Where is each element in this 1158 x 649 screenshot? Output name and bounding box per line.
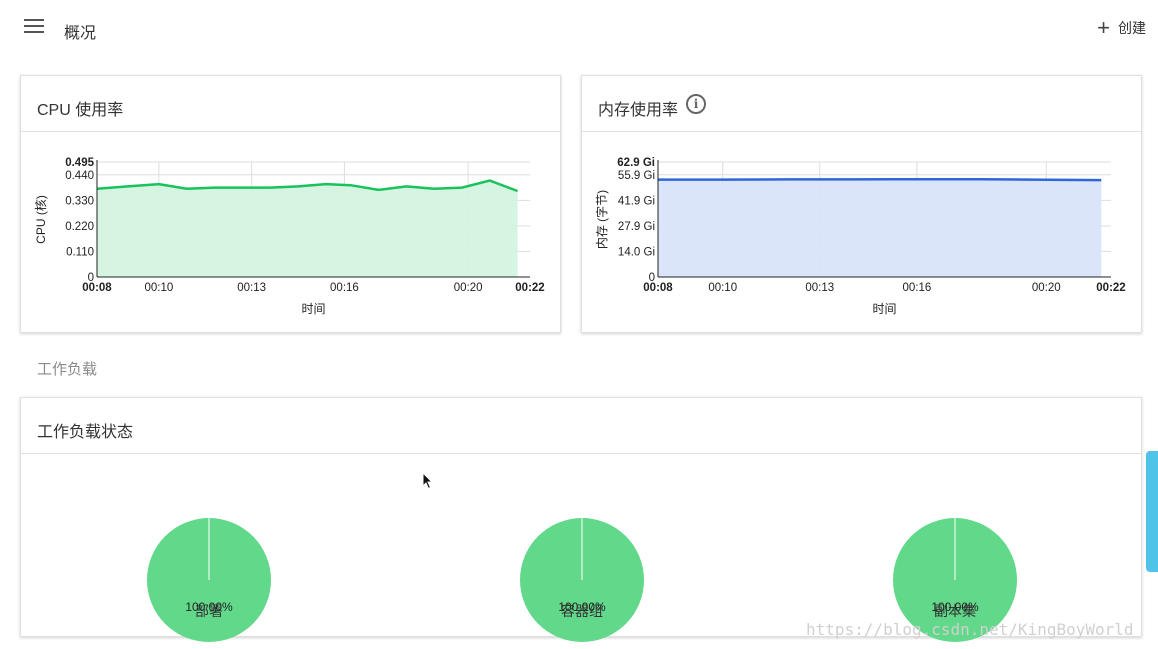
top-bar: 概况 + 创建 <box>0 0 1158 56</box>
x-tick-label: 00:10 <box>708 282 737 294</box>
x-tick-label: 00:16 <box>902 282 931 294</box>
x-axis-label: 时间 <box>872 302 896 316</box>
series-area <box>658 179 1102 277</box>
y-tick-label: 14.0 Gi <box>618 246 655 258</box>
pie-pods[interactable]: 100.00% <box>519 461 645 642</box>
x-tick-label: 00:13 <box>237 282 266 294</box>
y-tick-label: 55.9 Gi <box>618 170 655 182</box>
y-tick-label: 0.110 <box>66 246 94 258</box>
x-tick-label: 00:10 <box>144 282 173 294</box>
workload-status-card: 工作负载状态 100.00% 部署 100.00% 容器组 100.00% 副本… <box>20 397 1142 642</box>
watermark: https://blog.csdn.net/KingBoyWorld <box>806 620 1134 639</box>
y-tick-label: 27.9 Gi <box>618 221 655 233</box>
x-tick-label: 00:16 <box>330 282 359 294</box>
workloads-section-label: 工作负载 <box>37 361 98 378</box>
cpu-chart: 00.1100.2200.3300.4400.49500:08 00:10 00:1… <box>34 157 545 316</box>
create-label: 创建 <box>1118 20 1146 36</box>
x-tick-label: 00:08 <box>82 282 112 294</box>
memory-card-title: 内存使用率 <box>598 102 679 119</box>
info-icon[interactable]: i <box>686 94 707 114</box>
y-tick-label: 0.440 <box>65 170 94 182</box>
y-tick-label: 0.220 <box>65 221 94 233</box>
feedback-side-tab[interactable] <box>1146 451 1158 572</box>
x-tick-label: 00:08 <box>643 282 673 294</box>
memory-chart: 014.0 Gi27.9 Gi41.9 Gi55.9 Gi62.9 Gi00:0… <box>594 157 1126 316</box>
workload-card-header: 工作负载状态 <box>21 398 1141 454</box>
x-tick-label: 00:22 <box>1096 282 1125 294</box>
series-line <box>658 177 1102 182</box>
create-button[interactable]: + 创建 <box>1097 15 1146 40</box>
x-tick-label: 00:20 <box>1032 282 1061 294</box>
y-axis-label: 内存 (字节) <box>594 190 609 249</box>
pie-chart-pods: 100.00% <box>520 518 644 642</box>
series-area <box>97 180 518 277</box>
pie-label-deployments: 部署 <box>195 603 223 619</box>
workload-card-title: 工作负载状态 <box>37 424 134 441</box>
pie-chart-deployments: 100.00% <box>147 518 271 642</box>
plus-icon: + <box>1097 15 1110 40</box>
y-tick-label: 62.9 Gi <box>617 157 655 169</box>
menu-icon[interactable] <box>24 19 44 35</box>
pie-label-replica-sets: 副本集 <box>934 603 976 619</box>
y-tick-label: 0.495 <box>65 157 94 169</box>
page-title: 概况 <box>64 25 97 42</box>
y-axis-label: CPU (核) <box>34 195 48 244</box>
memory-card-header: 内存使用率 i <box>582 76 1141 132</box>
pie-deployments[interactable]: 100.00% <box>146 461 272 642</box>
pie-replica-sets[interactable]: 100.00% <box>892 461 1018 642</box>
cpu-card-header: CPU 使用率 <box>21 76 560 132</box>
pie-label-pods: 容器组 <box>561 603 603 619</box>
memory-usage-card: 内存使用率 i 0 14.0 Gi 27.9 Gi 41.9 Gi 55.9 Gi 62.… <box>581 75 1142 333</box>
x-tick-label: 00:20 <box>454 282 483 294</box>
x-axis-label: 时间 <box>301 302 325 316</box>
cpu-usage-card: CPU 使用率 0 0.110 0.220 0.330 0.440 0.495 00:08 0… <box>20 75 561 333</box>
x-tick-label: 00:22 <box>515 282 544 294</box>
y-tick-label: 41.9 Gi <box>618 195 655 207</box>
cpu-card-title: CPU 使用率 <box>37 102 124 119</box>
y-tick-label: 0.330 <box>65 195 94 207</box>
x-tick-label: 00:13 <box>805 282 834 294</box>
mouse-cursor-icon <box>422 472 434 490</box>
